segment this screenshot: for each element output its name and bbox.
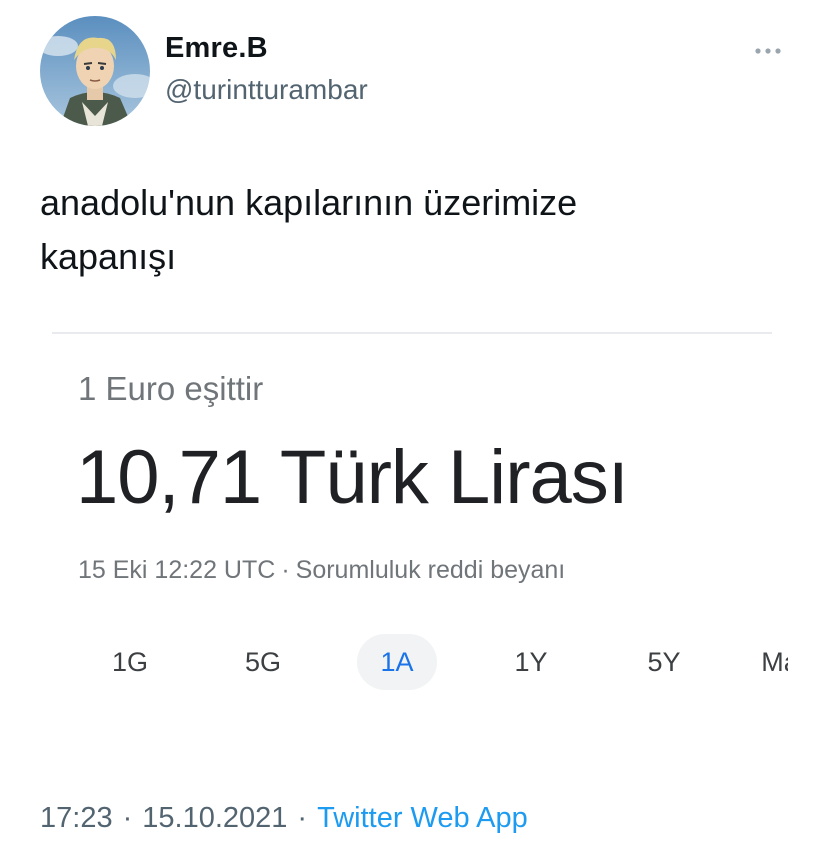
- footer-separator: ·: [122, 802, 133, 834]
- attached-image-card[interactable]: 1 Euro eşittir 10,71 Türk Lirası 15 Eki …: [40, 330, 788, 720]
- range-tab-5y[interactable]: 5Y: [624, 634, 704, 690]
- tweet-text-line: kapanışı: [40, 236, 177, 277]
- tweet-text-line: anadolu'nun kapılarının üzerimize: [40, 182, 578, 223]
- range-tabs: 1G 5G 1A 1Y 5Y Ma: [40, 630, 788, 694]
- disclaimer-link[interactable]: Sorumluluk reddi beyanı: [296, 556, 566, 584]
- avatar-image: [40, 16, 150, 126]
- tweet-date[interactable]: 15.10.2021: [142, 802, 287, 834]
- card-divider: [52, 332, 772, 334]
- range-tab-max[interactable]: Ma: [740, 634, 788, 690]
- avatar[interactable]: [40, 16, 150, 126]
- conversion-timestamp: 15 Eki 12:22 UTC: [78, 556, 276, 584]
- range-tab-1y[interactable]: 1Y: [491, 634, 571, 690]
- footer-separator: ·: [297, 802, 308, 834]
- tweet-text: anadolu'nun kapılarının üzerimize kapanı…: [40, 176, 780, 284]
- conversion-amount: 10,71 Türk Lirası: [76, 435, 629, 520]
- tweet-source-link[interactable]: Twitter Web App: [317, 802, 528, 834]
- conversion-meta: 15 Eki 12:22 UTC · Sorumluluk reddi beyanı: [78, 556, 565, 585]
- tweet: Emre.B @turintturambar anadolu'nun kapıl…: [0, 0, 828, 864]
- user-handle[interactable]: @turintturambar: [165, 74, 368, 106]
- range-tab-1a[interactable]: 1A: [357, 634, 437, 690]
- more-options-button[interactable]: [748, 36, 788, 66]
- tweet-time[interactable]: 17:23: [40, 802, 113, 834]
- display-name[interactable]: Emre.B: [165, 32, 268, 65]
- meta-separator: ·: [281, 556, 290, 584]
- conversion-caption: 1 Euro eşittir: [78, 370, 264, 407]
- range-tab-5g[interactable]: 5G: [223, 634, 303, 690]
- tweet-footer: 17:23 · 15.10.2021 · Twitter Web App: [40, 802, 528, 835]
- range-tab-1g[interactable]: 1G: [90, 634, 170, 690]
- more-horizontal-icon: [755, 48, 781, 54]
